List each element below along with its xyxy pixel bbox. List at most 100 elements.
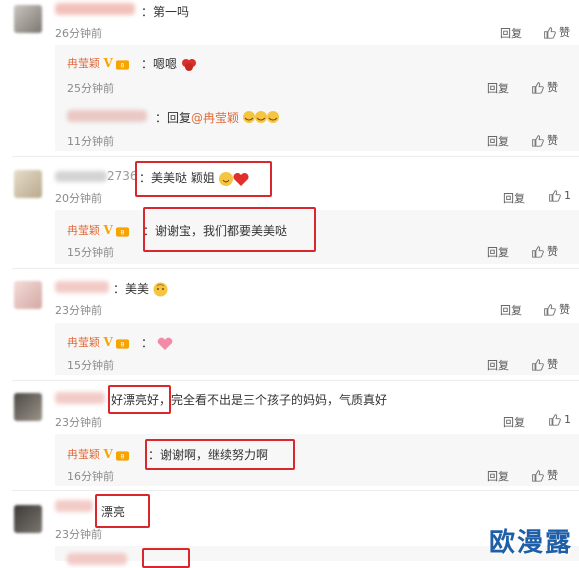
- timestamp: 25分钟前: [67, 82, 114, 95]
- vip-crown-icon: 8: [116, 59, 130, 69]
- vip-crown-icon: 8: [116, 226, 130, 236]
- mention-link[interactable]: @冉莹颖: [191, 111, 239, 125]
- comment-text: 好漂亮好，完全看不出是三个孩子的妈妈，气质真好: [111, 391, 387, 408]
- divider: [12, 490, 579, 491]
- like-label: 赞: [559, 26, 570, 39]
- reply-button[interactable]: 回复: [500, 302, 522, 318]
- thumb-up-icon: [549, 190, 561, 202]
- divider: [12, 268, 579, 269]
- reply-prefix: ：回复: [155, 111, 192, 125]
- reply-author[interactable]: 冉莹颖 V 8: [67, 222, 130, 238]
- thumb-up-icon: [549, 414, 561, 426]
- like-button[interactable]: 赞: [531, 356, 558, 372]
- comment-text: ：美美哒 颖姐: [139, 169, 249, 187]
- reply-button[interactable]: 回复: [503, 414, 525, 430]
- reply-button[interactable]: 回复: [500, 25, 522, 41]
- username-blurred[interactable]: [55, 392, 105, 404]
- like-button[interactable]: 赞: [531, 467, 558, 483]
- divider: [12, 380, 579, 381]
- timestamp: 20分钟前: [55, 192, 102, 205]
- reply-button[interactable]: 回复: [487, 468, 509, 484]
- reply-author[interactable]: 冉莹颖 V 8: [67, 446, 130, 462]
- like-label: 赞: [547, 469, 558, 482]
- comment-text: ：第一吗: [141, 5, 190, 19]
- highlight-box: [142, 548, 190, 568]
- author-name: 冉莹颖: [67, 448, 100, 461]
- verified-icon: V: [103, 447, 113, 461]
- timestamp: 23分钟前: [55, 528, 102, 541]
- reply-text-content: ：嗯嗯: [141, 57, 178, 71]
- avatar[interactable]: [14, 281, 42, 309]
- svg-text:8: 8: [121, 228, 125, 236]
- verified-icon: V: [103, 335, 113, 349]
- reply-text: ：嗯嗯: [141, 55, 197, 72]
- like-label: 赞: [547, 245, 558, 258]
- like-count: 1: [564, 189, 571, 202]
- timestamp: 23分钟前: [55, 304, 102, 317]
- svg-text:8: 8: [121, 340, 125, 348]
- svg-text:8: 8: [121, 452, 125, 460]
- timestamp: 23分钟前: [55, 416, 102, 429]
- like-button[interactable]: 1: [548, 189, 571, 202]
- like-button[interactable]: 赞: [531, 243, 558, 259]
- like-label: 赞: [547, 134, 558, 147]
- thumb-up-icon: [544, 26, 556, 39]
- username-blurred[interactable]: [67, 553, 127, 565]
- reply-button[interactable]: 回复: [487, 244, 509, 260]
- username-blurred[interactable]: [55, 500, 93, 512]
- reply-author[interactable]: 冉莹颖 V 8: [67, 334, 130, 350]
- thumb-up-icon: [532, 81, 544, 94]
- divider: [12, 156, 579, 157]
- like-button[interactable]: 赞: [543, 301, 570, 317]
- face-emoji-icon: [153, 282, 168, 297]
- comment-text-content: ：美美: [113, 282, 150, 296]
- like-label: 赞: [547, 81, 558, 94]
- reply-text: ：回复@冉莹颖: [155, 109, 279, 127]
- username-blurred: [55, 171, 107, 182]
- watermark: 欧漫露: [488, 528, 573, 558]
- verified-icon: V: [103, 56, 113, 70]
- vip-crown-icon: 8: [116, 338, 130, 348]
- timestamp: 11分钟前: [67, 135, 114, 148]
- reply-button[interactable]: 回复: [487, 80, 509, 96]
- reply-text: ：: [141, 334, 173, 351]
- author-name: 冉莹颖: [67, 224, 100, 237]
- username[interactable]: 2736: [55, 169, 138, 183]
- like-button[interactable]: 赞: [543, 24, 570, 40]
- username-blurred[interactable]: [55, 3, 135, 15]
- like-button[interactable]: 1: [548, 413, 571, 426]
- reply-author[interactable]: 冉莹颖 V 8: [67, 55, 130, 71]
- reply-button[interactable]: 回复: [487, 133, 509, 149]
- username-blurred[interactable]: [67, 110, 147, 122]
- author-name: 冉莹颖: [67, 57, 100, 70]
- reply-text: ：谢谢啊，继续努力啊: [148, 448, 269, 462]
- username-suffix: 2736: [107, 169, 138, 183]
- thumb-up-icon: [532, 134, 544, 147]
- heart-emoji-icon: [218, 171, 249, 186]
- username-blurred[interactable]: [55, 281, 109, 293]
- thumb-up-icon: [544, 303, 556, 316]
- reply-button[interactable]: 回复: [503, 190, 525, 206]
- reply-text: ：谢谢宝，我们都要美美哒: [143, 224, 288, 238]
- avatar[interactable]: [14, 505, 42, 533]
- verified-icon: V: [103, 223, 113, 237]
- author-name: 冉莹颖: [67, 336, 100, 349]
- like-button[interactable]: 赞: [531, 132, 558, 148]
- comment-text-highlight: 好漂亮好: [111, 393, 160, 407]
- svg-text:8: 8: [121, 61, 125, 69]
- avatar[interactable]: [14, 5, 42, 33]
- reply-text-content: ：: [141, 336, 154, 350]
- thumb-up-icon: [532, 245, 544, 258]
- flower-emoji-icon: [181, 58, 196, 71]
- timestamp: 26分钟前: [55, 27, 102, 40]
- like-button[interactable]: 赞: [531, 79, 558, 95]
- comment-text: ：美美: [113, 280, 168, 297]
- reply-button[interactable]: 回复: [487, 357, 509, 373]
- timestamp: 15分钟前: [67, 246, 114, 259]
- like-count: 1: [564, 413, 571, 426]
- laugh-emoji-icon: [242, 110, 279, 127]
- pink-heart-icon: [157, 337, 173, 350]
- avatar[interactable]: [14, 393, 42, 421]
- comment-text-content: ：美美哒 颖姐: [139, 171, 215, 185]
- avatar[interactable]: [14, 170, 42, 198]
